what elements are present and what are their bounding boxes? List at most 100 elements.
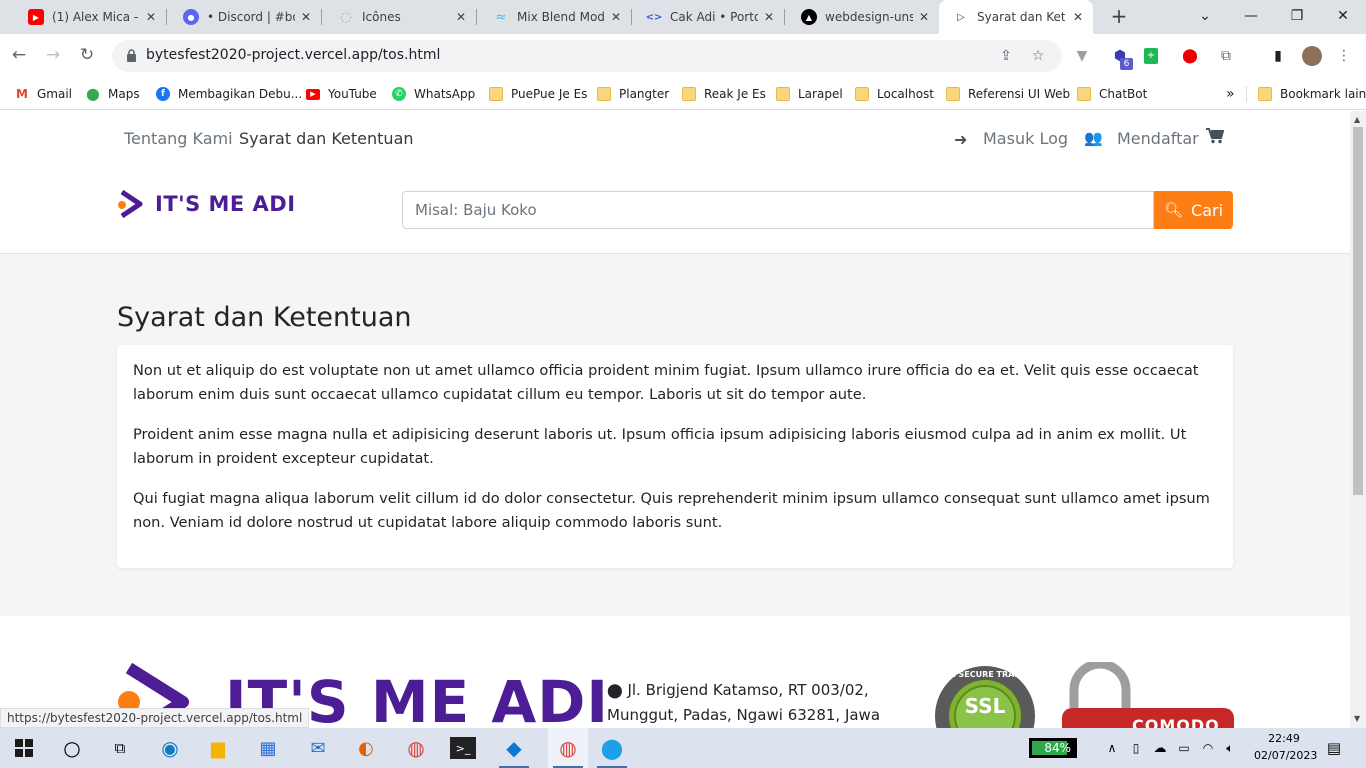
- bookmark-label: Larapel: [798, 87, 843, 101]
- store-icon[interactable]: ▦: [254, 734, 282, 762]
- cart-icon[interactable]: [1206, 128, 1224, 144]
- bookmark-label: Bookmark lain: [1280, 87, 1366, 101]
- clock-date: 02/07/2023: [1254, 749, 1318, 762]
- icones-icon: ◌: [340, 9, 352, 25]
- browser-tab[interactable]: ◌ Icônes ✕: [310, 0, 476, 34]
- terminal-icon[interactable]: >_: [450, 737, 476, 759]
- bookmark-label: Membagikan Debu...: [178, 87, 303, 101]
- scroll-up-icon[interactable]: ▲: [1354, 115, 1360, 124]
- nav-register-link[interactable]: Mendaftar: [1117, 129, 1199, 148]
- menu-kebab-icon[interactable]: ⋮: [1334, 46, 1354, 66]
- bookmark-youtube[interactable]: ▶ YouTube: [306, 84, 377, 104]
- address-bar[interactable]: bytesfest2020-project.vercel.app/tos.htm…: [112, 40, 1062, 72]
- tos-paragraph: Qui fugiat magna aliqua laborum velit ci…: [133, 490, 1210, 531]
- browser-tab[interactable]: ● • Discord | #bo ✕: [155, 0, 321, 34]
- bookmarks-overflow-button[interactable]: »: [1226, 84, 1235, 104]
- nav-login-link[interactable]: Masuk Log: [983, 129, 1068, 148]
- tab-search-icon[interactable]: ⌄: [1194, 5, 1216, 27]
- other-bookmarks[interactable]: Bookmark lain: [1258, 84, 1366, 104]
- bookmark-folder[interactable]: Plangter: [597, 84, 669, 104]
- search-button[interactable]: 🔍︎ Cari: [1154, 191, 1233, 229]
- bookmark-folder[interactable]: Larapel: [776, 84, 843, 104]
- side-panel-icon[interactable]: ▮: [1268, 46, 1288, 66]
- browser-tab[interactable]: ▲ webdesign-uns ✕: [773, 0, 939, 34]
- tab-title: Syarat dan Kete: [977, 10, 1065, 24]
- scroll-down-icon[interactable]: ▼: [1354, 714, 1360, 723]
- browser-tab[interactable]: ▶ (1) Alex Mica - D ✕: [0, 0, 166, 34]
- reload-button[interactable]: ↻: [77, 45, 97, 65]
- firefox-icon[interactable]: ◐: [352, 734, 380, 762]
- edge-icon[interactable]: ◉: [156, 734, 184, 762]
- site-logo[interactable]: IT'S ME ADI: [117, 189, 296, 219]
- bookmarks-bar: M Gmail ⬤ Maps f Membagikan Debu... ▶ YouTub…: [0, 78, 1366, 110]
- bookmark-label: Gmail: [37, 87, 73, 101]
- bookmark-facebook[interactable]: f Membagikan Debu...: [156, 84, 302, 104]
- opera-extension-icon[interactable]: ⬤: [1180, 46, 1200, 66]
- browser-tab-strip: ▶ (1) Alex Mica - D ✕ ● • Discord | #bo …: [0, 0, 1366, 34]
- bookmark-folder[interactable]: Referensi UI Web: [946, 84, 1070, 104]
- bookmark-whatsapp[interactable]: ✆ WhatsApp: [392, 84, 475, 104]
- tos-paragraph: Non ut et aliquip do est voluptate non u…: [133, 362, 1199, 403]
- chrome-icon[interactable]: ◍: [402, 734, 430, 762]
- search-icon[interactable]: ○: [58, 734, 86, 762]
- back-button[interactable]: ←: [9, 45, 29, 65]
- page-scrollbar[interactable]: ▲ ▼: [1350, 111, 1366, 728]
- bookmark-folder[interactable]: ChatBot: [1077, 84, 1147, 104]
- new-tab-button[interactable]: +: [1108, 6, 1130, 28]
- tab-title: Icônes: [362, 10, 401, 24]
- bookmark-folder[interactable]: Reak Je Es: [682, 84, 766, 104]
- scrollbar-thumb[interactable]: [1353, 127, 1363, 495]
- youtube-icon: ▶: [306, 88, 320, 100]
- browser-tab-active[interactable]: ▷ Syarat dan Kete ✕: [939, 0, 1093, 34]
- task-view-icon[interactable]: ⧉: [106, 734, 134, 762]
- vuetify-extension-icon[interactable]: ▼: [1072, 46, 1092, 66]
- url-text: bytesfest2020-project.vercel.app/tos.htm…: [146, 47, 441, 63]
- maximize-button[interactable]: ❐: [1286, 5, 1308, 27]
- forward-button[interactable]: →: [43, 45, 63, 65]
- bookmark-label: Localhost: [877, 87, 935, 101]
- browser-tab[interactable]: <> Cak Adi • Portof ✕: [618, 0, 784, 34]
- bookmark-folder[interactable]: PuePue Je Es: [489, 84, 587, 104]
- windows-start-icon[interactable]: [10, 734, 38, 762]
- vscode-icon[interactable]: ◆: [500, 734, 528, 762]
- bookmark-label: Plangter: [619, 87, 670, 101]
- mail-icon[interactable]: ✉: [304, 734, 332, 762]
- bookmark-label: Maps: [108, 87, 140, 101]
- battery-indicator[interactable]: 84%: [1029, 738, 1077, 758]
- file-explorer-icon[interactable]: ▆: [204, 734, 232, 762]
- system-clock[interactable]: 22:49 02/07/2023: [1254, 730, 1318, 764]
- close-tab-icon[interactable]: ✕: [917, 10, 931, 24]
- close-tab-icon[interactable]: ✕: [1071, 10, 1085, 24]
- folder-icon: [682, 87, 696, 101]
- folder-icon: [855, 87, 869, 101]
- bookmark-label: ChatBot: [1099, 87, 1148, 101]
- bookmark-star-icon[interactable]: ☆: [1028, 46, 1048, 66]
- folder-icon: [946, 87, 960, 101]
- notification-icon[interactable]: ▤: [1320, 734, 1348, 762]
- extensions-puzzle-icon[interactable]: ⧉: [1216, 46, 1236, 66]
- browser-tab[interactable]: ≈ Mix Blend Mode ✕: [465, 0, 631, 34]
- bookmark-maps[interactable]: ⬤ Maps: [86, 84, 140, 104]
- maps-icon: ⬤: [86, 87, 100, 101]
- search-input[interactable]: Misal: Baju Koko: [402, 191, 1154, 229]
- nav-tos-link[interactable]: Syarat dan Ketentuan: [239, 129, 414, 148]
- bookmark-folder[interactable]: Localhost: [855, 84, 934, 104]
- profile-avatar[interactable]: [1302, 46, 1322, 66]
- comodo-seal: COMODO: [1062, 659, 1234, 728]
- tos-paragraph: Proident anim esse magna nulla et adipis…: [133, 426, 1187, 467]
- chrome-active-icon[interactable]: ◍: [548, 728, 588, 768]
- share-icon[interactable]: ⇪: [996, 46, 1016, 66]
- grammarly-extension-icon[interactable]: +: [1144, 48, 1158, 64]
- tab-title: (1) Alex Mica - D: [52, 10, 140, 24]
- clock-time: 22:49: [1268, 732, 1300, 745]
- volume-icon[interactable]: 🔈︎: [1216, 734, 1244, 762]
- close-window-button[interactable]: ✕: [1332, 5, 1354, 27]
- nav-about-link[interactable]: Tentang Kami: [124, 129, 233, 148]
- bookmark-gmail[interactable]: M Gmail: [15, 84, 72, 104]
- lock-icon: [127, 49, 136, 62]
- extension-badge: 6: [1120, 58, 1133, 70]
- ssl-ring-text: 100% SECURE TRANSACTION: [931, 670, 1061, 679]
- minimize-button[interactable]: —: [1240, 5, 1262, 27]
- app-drop-icon[interactable]: ⬤: [598, 734, 626, 762]
- facebook-icon: f: [156, 87, 170, 101]
